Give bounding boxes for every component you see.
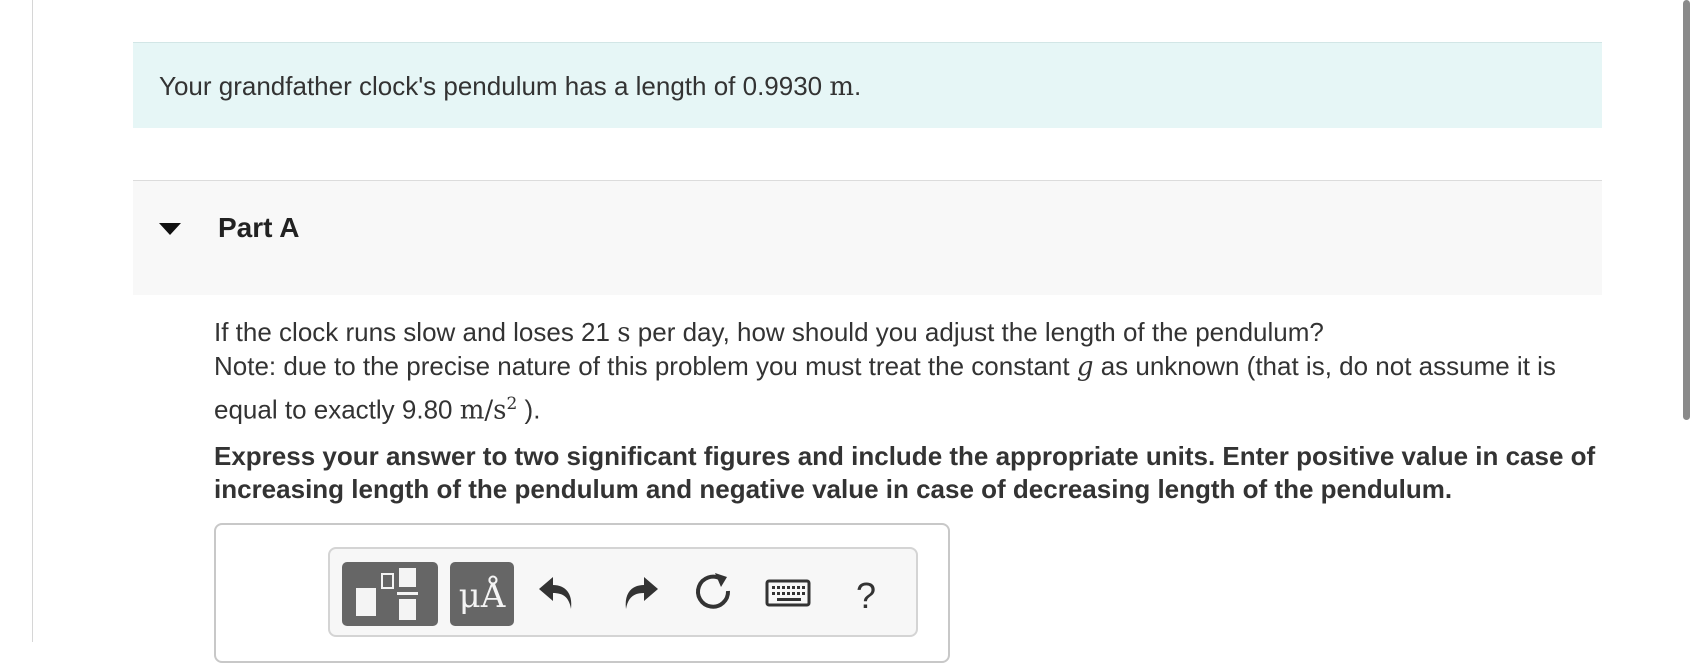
units-icon: μÅ <box>458 576 506 616</box>
help-button[interactable]: ? <box>844 567 888 619</box>
question-line-1: If the clock runs slow and loses 21 s pe… <box>214 316 1604 350</box>
question-text-segment: as unknown (that is, do not assume it is <box>1093 351 1556 381</box>
templates-button[interactable] <box>342 562 438 626</box>
question-text-segment: equal to exactly 9.80 <box>214 394 460 425</box>
redo-icon <box>625 577 658 609</box>
problem-intro-text: Your grandfather clock's pendulum has a … <box>159 71 861 102</box>
reset-button[interactable] <box>687 567 739 619</box>
math-toolbar: μÅ ? <box>328 547 918 637</box>
unit-exponent: 2 <box>506 394 518 414</box>
intro-text-main: Your grandfather clock's pendulum has a … <box>159 71 830 101</box>
acceleration-unit: m/s <box>459 395 507 426</box>
reset-icon <box>696 573 731 609</box>
units-button[interactable]: μÅ <box>450 562 514 626</box>
keyboard-icon <box>765 579 811 607</box>
help-icon: ? <box>855 575 877 616</box>
vertical-scrollbar[interactable] <box>1683 0 1690 420</box>
caret-down-icon[interactable] <box>159 223 181 235</box>
keyboard-button[interactable] <box>763 567 815 619</box>
part-a-header[interactable]: Part A <box>133 180 1602 295</box>
intro-unit: m <box>829 72 855 102</box>
undo-icon <box>539 577 572 609</box>
seconds-unit: s <box>617 318 631 348</box>
question-text-segment: ). <box>517 394 541 425</box>
page-left-border <box>32 0 33 642</box>
answer-instructions: Express your answer to two significant f… <box>214 441 1596 504</box>
templates-icon <box>356 568 418 620</box>
problem-intro-box: Your grandfather clock's pendulum has a … <box>133 42 1602 128</box>
question-line-2: Note: due to the precise nature of this … <box>214 350 1604 384</box>
question-text-segment: If the clock runs slow and loses 21 <box>214 317 618 347</box>
undo-button[interactable] <box>533 567 585 619</box>
question-text-segment: Note: due to the precise nature of this … <box>214 351 1077 381</box>
part-title: Part A <box>218 212 300 243</box>
gravity-variable: g <box>1076 352 1094 382</box>
question-text-segment: per day, how should you adjust the lengt… <box>630 317 1324 347</box>
redo-button[interactable] <box>612 567 664 619</box>
answer-box: μÅ ? <box>214 523 950 663</box>
intro-text-end: . <box>854 71 862 101</box>
question-line-3: equal to exactly 9.80 m/s2 ). <box>214 388 1604 428</box>
question-text: If the clock runs slow and loses 21 s pe… <box>214 316 1604 428</box>
